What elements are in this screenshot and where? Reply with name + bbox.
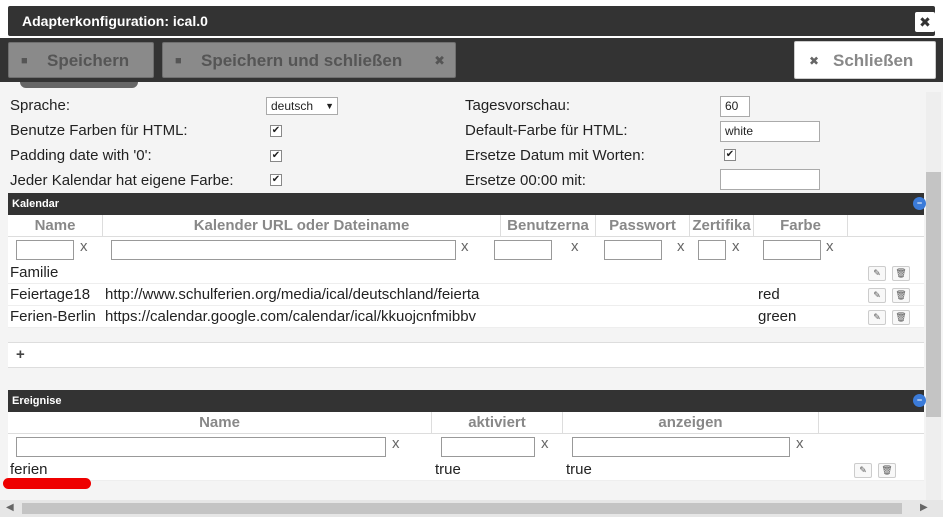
kalendar-filter-row: x x x x x x [8,237,924,263]
collapse-icon[interactable]: − [913,394,926,407]
add-row-button[interactable]: + [16,346,25,363]
clear-filter-icon[interactable]: x [677,238,685,255]
toolbar: ■ Speichern ■ Speichern und schließen ✖ … [0,38,943,82]
table-row[interactable]: Ferien-Berlin https://calendar.google.co… [8,306,924,328]
filter-anzeigen-input[interactable] [572,437,790,457]
collapse-icon[interactable]: − [913,197,926,210]
filter-password-input[interactable] [604,240,662,260]
close-icon[interactable]: ✖ [915,12,935,32]
sprache-value: deutsch [271,99,314,113]
tagesvorschau-input[interactable]: 60 [720,96,750,117]
close-button[interactable]: ✖ Schließen [794,41,936,79]
column-header-url[interactable]: Kalender URL oder Dateiname [103,215,501,237]
delete-icon[interactable]: 🗑 [892,266,910,281]
horizontal-scrollbar-thumb[interactable] [22,503,902,514]
clear-filter-icon[interactable]: x [732,238,740,255]
filter-farbe-input[interactable] [763,240,821,260]
horizontal-scrollbar[interactable]: ◀ ▶ [0,500,943,517]
clear-filter-icon[interactable]: x [571,238,579,255]
row-name: Familie [10,264,59,281]
ereignisse-filter-row: x x x [8,434,924,460]
ersetze-zeit-input[interactable] [720,169,820,190]
window-title: Adapterkonfiguration: ical.0 [8,6,935,36]
sprache-select[interactable]: deutsch ▼ [266,97,338,115]
row-name: Ferien-Berlin [10,308,96,325]
ersetze-datum-checkbox[interactable]: ✔ [724,149,736,161]
kalendar-panel-header: Kalendar − [8,193,926,215]
filter-url-input[interactable] [111,240,456,260]
red-highlight-mark [3,478,91,489]
ereignisse-header-row: Name aktiviert anzeigen [8,412,924,434]
row-url: https://calendar.google.com/calendar/ica… [105,308,477,325]
kalendar-footer: + [8,342,924,368]
sprache-label: Sprache: [10,97,71,114]
column-header-aktiviert[interactable]: aktiviert [432,412,563,434]
close-button-label: Schließen [833,51,914,70]
eigene-farbe-label: Jeder Kalendar hat eigene Farbe: [10,172,234,189]
table-row[interactable]: Feiertage18 http://www.schulferien.org/m… [8,284,924,306]
column-header-anzeigen[interactable]: anzeigen [563,412,819,434]
ersetze-datum-label: Ersetze Datum mit Worten: [465,147,645,164]
ereignisse-title: Ereignise [12,395,62,407]
clear-filter-icon[interactable]: x [80,238,88,255]
chevron-down-icon: ▼ [325,101,334,111]
kalendar-title: Kalendar [12,198,60,210]
row-anzeigen: true [566,461,592,478]
filter-name-input[interactable] [16,437,386,457]
filter-cert-input[interactable] [698,240,726,260]
padding-label: Padding date with '0': [10,147,152,164]
table-row[interactable]: ferien true true ✎ 🗑 [8,459,924,481]
eigene-farbe-checkbox[interactable]: ✔ [270,174,282,186]
ereignisse-panel-header: Ereignise − [8,390,926,412]
default-farbe-label: Default-Farbe für HTML: [465,122,628,139]
row-url: http://www.schulferien.org/media/ical/de… [105,286,480,303]
floppy-icon: ■ [175,55,182,67]
close-icon: ✖ [809,54,820,68]
row-aktiviert: true [435,461,461,478]
column-header-user[interactable]: Benutzerna [501,215,596,237]
save-and-close-button[interactable]: ■ Speichern und schließen ✖ [162,42,456,78]
column-header-name[interactable]: Name [8,215,103,237]
filter-name-input[interactable] [16,240,74,260]
save-button[interactable]: ■ Speichern [8,42,154,78]
close-icon: ✖ [434,53,445,68]
clear-filter-icon[interactable]: x [392,435,400,452]
clear-filter-icon[interactable]: x [796,435,804,452]
default-farbe-input[interactable]: white [720,121,820,142]
delete-icon[interactable]: 🗑 [892,288,910,303]
kalendar-header-row: Name Kalender URL oder Dateiname Benutze… [8,215,924,237]
table-row[interactable]: Familie ✎ 🗑 [8,262,924,284]
edit-icon[interactable]: ✎ [868,310,886,325]
row-name: Feiertage18 [10,286,91,303]
tab-indicator [20,82,138,88]
column-header-name[interactable]: Name [8,412,432,434]
clear-filter-icon[interactable]: x [541,435,549,452]
edit-icon[interactable]: ✎ [854,463,872,478]
column-header-farbe[interactable]: Farbe [754,215,848,237]
scroll-right-icon[interactable]: ▶ [920,502,928,513]
tagesvorschau-label: Tagesvorschau: [465,97,571,114]
vertical-scrollbar-thumb[interactable] [926,172,941,417]
row-farbe: red [758,286,780,303]
edit-icon[interactable]: ✎ [868,288,886,303]
save-button-label: Speichern [47,51,130,70]
row-farbe: green [758,308,797,325]
edit-icon[interactable]: ✎ [868,266,886,281]
save-and-close-label: Speichern und schließen [201,51,403,70]
clear-filter-icon[interactable]: x [826,238,834,255]
delete-icon[interactable]: 🗑 [878,463,896,478]
column-header-cert[interactable]: Zertifika [690,215,754,237]
farben-label: Benutze Farben für HTML: [10,122,188,139]
farben-checkbox[interactable]: ✔ [270,125,282,137]
ersetze-zeit-label: Ersetze 00:00 mit: [465,172,586,189]
delete-icon[interactable]: 🗑 [892,310,910,325]
title-bar: Adapterkonfiguration: ical.0 ✖ [0,0,943,40]
filter-aktiviert-input[interactable] [441,437,535,457]
column-header-password[interactable]: Passwort [596,215,690,237]
filter-user-input[interactable] [494,240,552,260]
clear-filter-icon[interactable]: x [461,238,469,255]
floppy-icon: ■ [21,55,28,67]
scroll-left-icon[interactable]: ◀ [6,502,14,513]
padding-checkbox[interactable]: ✔ [270,150,282,162]
